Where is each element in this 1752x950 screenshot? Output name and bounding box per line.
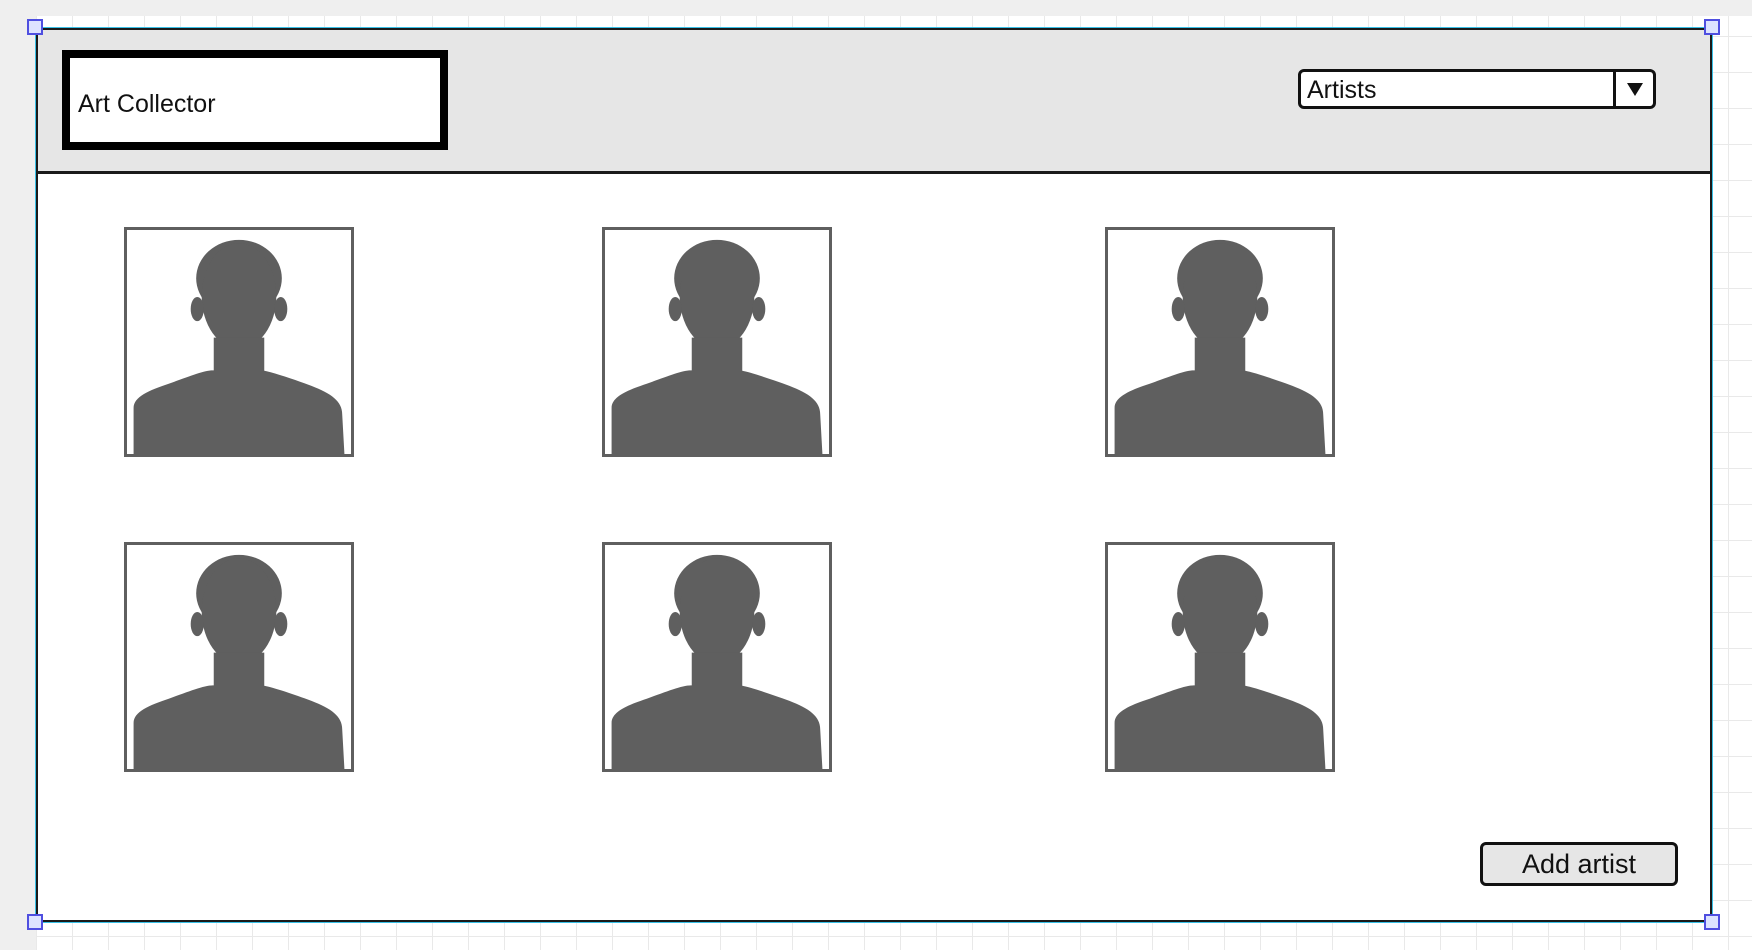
resize-handle-top-right[interactable]	[1704, 19, 1720, 35]
artist-portrait-4[interactable]	[124, 542, 354, 772]
artist-portrait-3[interactable]	[1105, 227, 1335, 457]
wireframe-window[interactable]: Art Collector Artists Add artist	[35, 27, 1713, 923]
add-artist-button[interactable]: Add artist	[1480, 842, 1678, 886]
section-select-value: Artists	[1307, 76, 1377, 104]
person-silhouette-icon	[1114, 554, 1326, 769]
canvas-left-ruler	[0, 0, 36, 950]
section-select[interactable]: Artists	[1298, 69, 1656, 109]
canvas-top-ruler	[0, 0, 1752, 16]
artist-portrait-1[interactable]	[124, 227, 354, 457]
app-logo[interactable]: Art Collector	[62, 50, 448, 150]
app-logo-text: Art Collector	[78, 90, 216, 118]
artist-portrait-6[interactable]	[1105, 542, 1335, 772]
person-silhouette-icon	[133, 239, 345, 454]
resize-handle-bottom-right[interactable]	[1704, 914, 1720, 930]
person-silhouette-icon	[611, 239, 823, 454]
app-header: Art Collector Artists	[38, 30, 1710, 174]
person-silhouette-icon	[1114, 239, 1326, 454]
person-silhouette-icon	[133, 554, 345, 769]
person-silhouette-icon	[611, 554, 823, 769]
resize-handle-top-left[interactable]	[27, 19, 43, 35]
artist-portrait-2[interactable]	[602, 227, 832, 457]
resize-handle-bottom-left[interactable]	[27, 914, 43, 930]
artist-portrait-5[interactable]	[602, 542, 832, 772]
triangle-down-icon[interactable]	[1613, 72, 1653, 106]
